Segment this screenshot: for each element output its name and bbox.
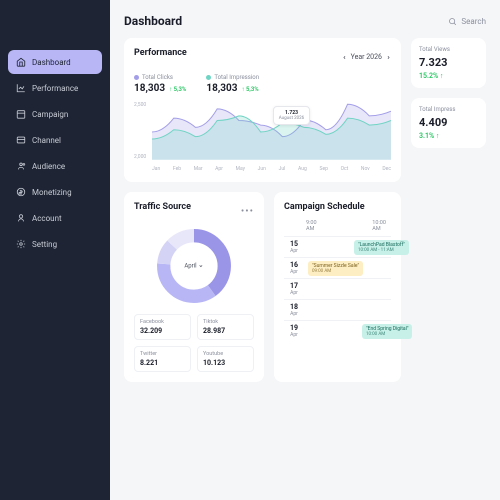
sidebar-item-audience[interactable]: Audience [8, 154, 102, 178]
nav-label: Dashboard [32, 58, 71, 67]
schedule-rows: 15Apr"LaunchPad Blastoff"10:00 AM - 11:A… [284, 236, 391, 341]
chart-svg [152, 102, 391, 160]
schedule-times: 9:00 AM10:00 AM [306, 220, 391, 232]
schedule-row: 16Apr "Summer Sizzle Sale"09:00 AM [284, 257, 391, 278]
campaign-schedule-card: Campaign Schedule 9:00 AM10:00 AM 15Apr"… [274, 192, 401, 382]
schedule-event[interactable]: "Summer Sizzle Sale"09:00 AM [308, 261, 363, 276]
stats-column: Total Views7.32315.2% ↑ Total Impress4.40… [411, 38, 486, 382]
stat-card-1: Total Impress4.4093.1% ↑ [411, 98, 486, 148]
sidebar-item-monetizing[interactable]: Monetizing [8, 180, 102, 204]
sidebar-item-dashboard[interactable]: Dashboard [8, 50, 102, 74]
metric-0: Total Clicks18,303↑ 5,3% [134, 74, 186, 94]
month-selector[interactable]: April [184, 263, 203, 270]
users-icon [16, 161, 26, 171]
schedule-date: 16Apr [284, 258, 304, 278]
schedule-row: 18Apr [284, 299, 391, 320]
nav-label: Setting [32, 240, 57, 249]
nav-label: Monetizing [32, 188, 72, 197]
search-input[interactable]: Search [448, 17, 486, 26]
schedule-event[interactable]: "LaunchPad Blastoff"10:00 AM - 11:AM [354, 240, 409, 255]
chart-x-labels: JanFebMarAprMayJunJulAugSepOctNovDec [152, 166, 391, 172]
nav-label: Account [32, 214, 62, 223]
performance-metrics: Total Clicks18,303↑ 5,3% Total Impression… [134, 74, 391, 94]
stat-card-0: Total Views7.32315.2% ↑ [411, 38, 486, 88]
traffic-item: Tiktok28.987 [197, 314, 254, 340]
search-icon [448, 17, 457, 26]
sidebar-item-channel[interactable]: Channel [8, 128, 102, 152]
nav-label: Performance [32, 84, 78, 93]
schedule-title: Campaign Schedule [284, 202, 391, 212]
schedule-date: 18Apr [284, 300, 304, 320]
dollar-icon [16, 187, 26, 197]
main-content: Dashboard Search Performance Year 2026 T… [110, 0, 500, 500]
schedule-row: 19Apr"End Spring Digital"10:00 AM [284, 320, 391, 341]
calendar-icon [16, 109, 26, 119]
performance-card: Performance Year 2026 Total Clicks18,303… [124, 38, 401, 182]
traffic-sources-grid: Facebook32.209Tiktok28.987Twitter8.221Yo… [134, 314, 254, 372]
page-title: Dashboard [124, 14, 182, 28]
sidebar-item-setting[interactable]: Setting [8, 232, 102, 256]
sidebar-item-account[interactable]: Account [8, 206, 102, 230]
dot-icon [206, 75, 211, 80]
sidebar-item-performance[interactable]: Performance [8, 76, 102, 100]
traffic-item: Youtube10.123 [197, 346, 254, 372]
nav-label: Campaign [32, 110, 68, 119]
layers-icon [16, 135, 26, 145]
performance-title: Performance [134, 48, 187, 58]
year-selector[interactable]: Year 2026 [342, 53, 391, 61]
traffic-source-card: Traffic Source ••• April Facebook32.209T… [124, 192, 264, 382]
nav-label: Audience [32, 162, 65, 171]
sidebar-item-campaign[interactable]: Campaign [8, 102, 102, 126]
traffic-item: Twitter8.221 [134, 346, 191, 372]
schedule-date: 17Apr [284, 279, 304, 299]
traffic-title: Traffic Source [134, 202, 191, 212]
sidebar: Dashboard Performance Campaign Channel Audie… [0, 0, 110, 500]
traffic-item: Facebook32.209 [134, 314, 191, 340]
chevron-left-icon [342, 55, 347, 60]
nav-label: Channel [32, 136, 61, 145]
header: Dashboard Search [124, 14, 486, 28]
chevron-down-icon [199, 264, 204, 269]
metric-1: Total Impression18,303↑ 5,3% [206, 74, 259, 94]
schedule-date: 19Apr [284, 321, 304, 341]
user-icon [16, 213, 26, 223]
schedule-row: 17Apr [284, 278, 391, 299]
traffic-donut: April [154, 226, 234, 306]
chevron-right-icon [386, 55, 391, 60]
dot-icon [134, 75, 139, 80]
more-icon[interactable]: ••• [241, 206, 254, 217]
chart-tooltip: 1.723 August 2026 [273, 106, 310, 125]
schedule-row: 15Apr"LaunchPad Blastoff"10:00 AM - 11:A… [284, 236, 391, 257]
schedule-date: 15Apr [284, 237, 304, 257]
chart-y-labels: 2,5002,000 [134, 102, 146, 160]
gear-icon [16, 239, 26, 249]
home-icon [16, 57, 26, 67]
chart-icon [16, 83, 26, 93]
schedule-event[interactable]: "End Spring Digital"10:00 AM [362, 324, 412, 339]
performance-chart: 2,5002,000 1.723 August 2026 JanFebMarAp… [134, 102, 391, 172]
